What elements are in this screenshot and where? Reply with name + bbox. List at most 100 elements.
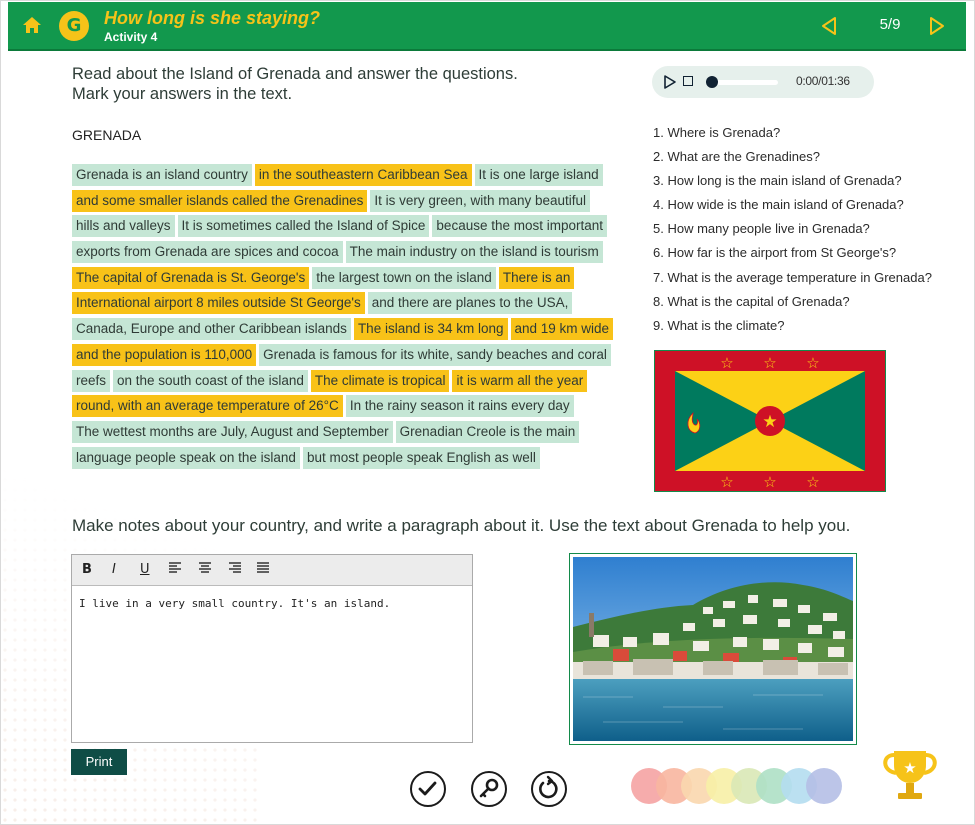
svg-text:☆: ☆ [763, 473, 776, 491]
italic-button[interactable]: I [112, 562, 116, 577]
text-segment[interactable]: The capital of Grenada is St. George's [72, 266, 310, 289]
notes-instruction: Make notes about your country, and write… [72, 516, 851, 535]
svg-text:☆: ☆ [806, 473, 819, 491]
passage-line: round, with an average temperature of 26… [72, 395, 634, 421]
instruction-line-1: Read about the Island of Grenada and ans… [72, 65, 518, 83]
text-segment[interactable]: round, with an average temperature of 26… [72, 395, 343, 418]
text-segment[interactable]: It is very green, with many beautiful [370, 189, 591, 212]
activity-title: How long is she staying? [104, 8, 321, 28]
audio-progress-track[interactable] [716, 80, 778, 85]
text-segment[interactable]: In the rainy season it rains every day [345, 395, 574, 418]
text-segment[interactable]: The climate is tropical [310, 369, 450, 392]
passage-line: exports from Grenada are spices and coco… [72, 241, 634, 267]
passage-line: hills and valleys It is sometimes called … [72, 215, 634, 241]
passage-line: and some smaller islands called the Gren… [72, 189, 634, 216]
play-icon[interactable] [664, 75, 676, 94]
text-editor[interactable]: B I U I live in a very small country. It… [71, 554, 473, 743]
justify-icon[interactable] [256, 562, 270, 578]
key-icon [479, 778, 499, 798]
text-segment[interactable]: The main industry on the island is touri… [345, 241, 603, 264]
harbour-photo [569, 553, 857, 745]
text-segment[interactable]: The island is 34 km long [353, 318, 508, 341]
passage-line: International airport 8 miles outside St… [72, 292, 634, 318]
text-segment[interactable]: Grenada is an island country [72, 164, 252, 186]
text-segment[interactable]: and some smaller islands called the Gren… [72, 189, 368, 212]
text-segment[interactable]: but most people speak English as well [302, 446, 540, 469]
svg-text:☆: ☆ [763, 354, 776, 372]
text-segment[interactable]: Grenadian Creole is the main [395, 420, 580, 443]
text-segment[interactable]: There is an [498, 266, 575, 289]
stop-icon[interactable] [683, 76, 693, 86]
audio-time: 0:00/01:36 [796, 74, 850, 88]
svg-text:☆: ☆ [806, 354, 819, 372]
question-item: 4. How wide is the main island of Grenad… [653, 197, 904, 213]
svg-text:☆: ☆ [720, 473, 733, 491]
passage-line: and the population is 110,000 Grenada is … [72, 343, 634, 370]
reading-passage: Grenada is an island country in the south… [72, 164, 634, 472]
passage-line: Canada, Europe and other Caribbean islan… [72, 318, 634, 344]
passage-line: The wettest months are July, August and … [72, 420, 634, 447]
text-segment[interactable]: on the south coast of the island [113, 369, 308, 392]
editor-content[interactable]: I live in a very small country. It's an … [79, 597, 390, 610]
next-arrow-icon[interactable] [928, 16, 946, 41]
text-segment[interactable]: the largest town on the island [312, 266, 496, 289]
text-segment[interactable]: language people speak on the island [72, 446, 300, 469]
passage-heading: GRENADA [72, 127, 142, 143]
editor-toolbar: B I U [72, 555, 472, 586]
text-segment[interactable]: Grenada is famous for its white, sandy b… [259, 343, 611, 366]
question-item: 2. What are the Grenadines? [653, 149, 820, 165]
bold-button[interactable]: B [82, 562, 92, 577]
question-item: 9. What is the climate? [653, 317, 785, 333]
question-item: 7. What is the average temperature in Gr… [653, 269, 932, 285]
reset-button[interactable] [531, 771, 567, 807]
svg-text:☆: ☆ [720, 354, 733, 372]
question-item: 3. How long is the main island of Grenad… [653, 173, 902, 189]
text-segment[interactable]: and there are planes to the USA, [367, 292, 573, 315]
trophy-icon[interactable]: ★ [878, 745, 942, 810]
grenada-flag: ★ ☆ ☆ ☆ ☆ ☆ ☆ [654, 350, 886, 492]
text-segment[interactable]: The wettest months are July, August and … [72, 420, 393, 443]
text-segment[interactable]: it is warm all the year [452, 369, 588, 392]
text-segment[interactable]: It is sometimes called the Island of Spi… [177, 215, 430, 238]
passage-line: Grenada is an island country in the south… [72, 164, 634, 190]
question-item: 6. How far is the airport from St George… [653, 245, 897, 261]
question-item: 8. What is the capital of Grenada? [653, 293, 850, 309]
audio-progress-knob[interactable] [706, 76, 718, 88]
passage-line: language people speak on the island but m… [72, 446, 634, 473]
align-center-icon[interactable] [198, 562, 212, 578]
question-item: 1. Where is Grenada? [653, 125, 781, 140]
text-segment[interactable]: Canada, Europe and other Caribbean islan… [72, 318, 351, 341]
text-segment[interactable]: in the southeastern Caribbean Sea [254, 164, 472, 186]
check-answers-button[interactable] [410, 771, 446, 807]
highlight-color-swatch[interactable] [806, 768, 842, 804]
page-indicator: 5/9 [879, 16, 901, 33]
text-segment[interactable]: and 19 km wide [510, 318, 614, 341]
text-segment[interactable]: reefs [72, 369, 111, 392]
align-left-icon[interactable] [168, 562, 182, 578]
underline-button[interactable]: U [140, 562, 150, 577]
text-segment[interactable]: because the most important [432, 215, 608, 238]
activity-badge: G [59, 11, 89, 41]
home-icon[interactable] [22, 16, 42, 39]
text-segment[interactable]: and the population is 110,000 [72, 343, 257, 366]
show-answers-button[interactable] [471, 771, 507, 807]
passage-line: The capital of Grenada is St. George's th… [72, 266, 634, 293]
question-list: 1. Where is Grenada? 2. What are the Gren… [653, 122, 932, 339]
reset-icon [539, 775, 558, 799]
align-right-icon[interactable] [228, 562, 242, 578]
text-segment[interactable]: International airport 8 miles outside St… [72, 292, 365, 315]
svg-text:★: ★ [762, 412, 777, 432]
svg-text:★: ★ [903, 759, 916, 777]
passage-line: reefs on the south coast of the island The… [72, 369, 634, 396]
text-segment[interactable]: It is one large island [474, 164, 603, 186]
text-segment[interactable]: hills and valleys [72, 215, 175, 238]
print-button[interactable]: Print [71, 749, 127, 775]
header-bar: G How long is she staying? Activity 4 5/… [8, 2, 966, 51]
instruction-line-2: Mark your answers in the text. [72, 85, 293, 103]
reading-instructions: Read about the Island of Grenada and ans… [72, 64, 518, 104]
activity-subtitle: Activity 4 [104, 30, 158, 44]
text-segment[interactable]: exports from Grenada are spices and coco… [72, 241, 343, 264]
question-item: 5. How many people live in Grenada? [653, 221, 870, 237]
audio-player: 0:00/01:36 [652, 66, 874, 98]
prev-arrow-icon[interactable] [820, 16, 838, 41]
